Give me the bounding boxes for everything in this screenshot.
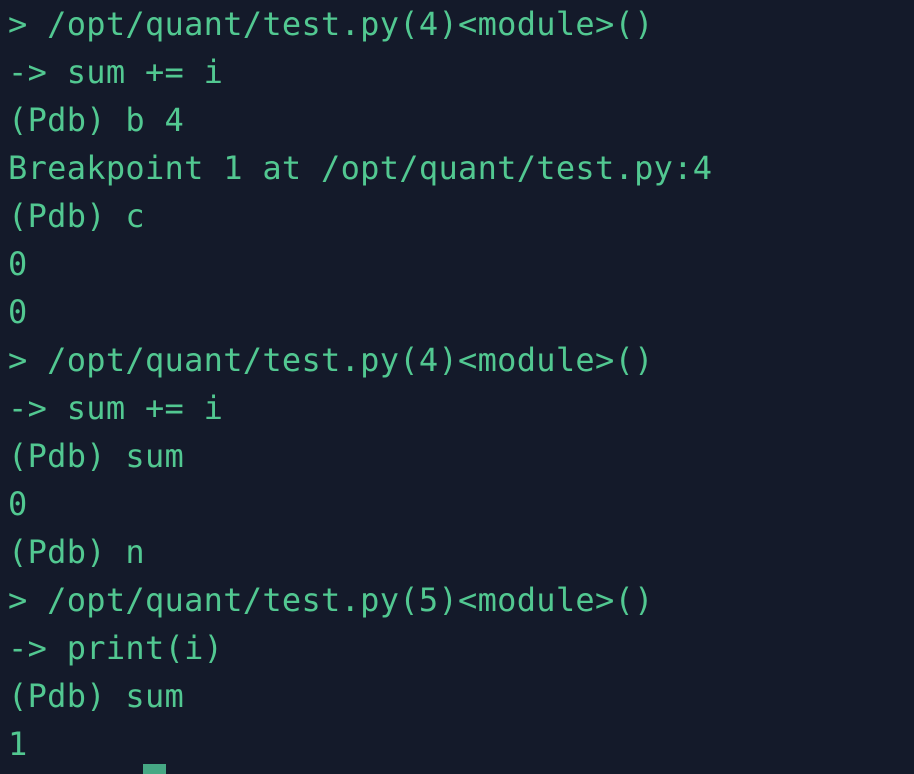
terminal-line: (Pdb) sum	[8, 677, 185, 715]
terminal-line: Breakpoint 1 at /opt/quant/test.py:4	[8, 149, 713, 187]
terminal-line: > /opt/quant/test.py(4)<module>()	[8, 341, 654, 379]
terminal-line: -> sum += i	[8, 389, 224, 427]
terminal-line: (Pdb) b 4	[8, 101, 185, 139]
terminal-window[interactable]: > /opt/quant/test.py(4)<module>() -> sum…	[0, 0, 914, 774]
terminal-line: -> print(i)	[8, 629, 224, 667]
terminal-line: (Pdb) sum	[8, 437, 185, 475]
text-cursor	[143, 764, 166, 774]
terminal-line: 1	[8, 725, 28, 763]
terminal-line: > /opt/quant/test.py(5)<module>()	[8, 581, 654, 619]
terminal-line: (Pdb) c	[8, 197, 145, 235]
terminal-line: > /opt/quant/test.py(4)<module>()	[8, 5, 654, 43]
terminal-line: 0	[8, 293, 28, 331]
terminal-line: (Pdb) n	[8, 533, 145, 571]
terminal-line: 0	[8, 485, 28, 523]
terminal-line: -> sum += i	[8, 53, 224, 91]
terminal-line: 0	[8, 245, 28, 283]
